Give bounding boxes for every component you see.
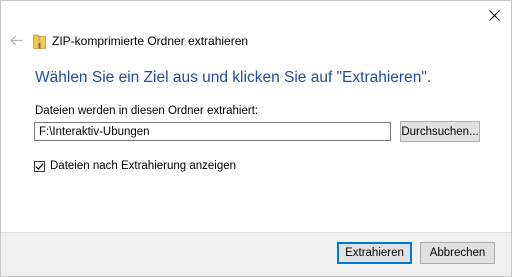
back-button[interactable] [7, 31, 25, 49]
extract-button[interactable]: Extrahieren [337, 242, 412, 264]
window-title: ZIP-komprimierte Ordner extrahieren [52, 34, 249, 48]
destination-path-input[interactable] [34, 122, 391, 141]
dialog-header: ZIP-komprimierte Ordner extrahieren [33, 31, 248, 51]
close-icon [488, 9, 500, 21]
extract-dialog: ZIP-komprimierte Ordner extrahieren Wähl… [0, 0, 512, 277]
instruction-heading: Wählen Sie ein Ziel aus und klicken Sie … [35, 69, 432, 86]
show-files-checkbox[interactable] [34, 160, 45, 172]
destination-label: Dateien werden in diesen Ordner extrahie… [35, 105, 259, 117]
close-button[interactable] [483, 5, 505, 25]
dialog-footer: Extrahieren Abbrechen [1, 232, 511, 276]
browse-button[interactable]: Durchsuchen... [400, 121, 480, 142]
show-files-option[interactable]: Dateien nach Extrahierung anzeigen [34, 160, 236, 172]
show-files-label[interactable]: Dateien nach Extrahierung anzeigen [50, 160, 236, 172]
cancel-button[interactable]: Abbrechen [420, 242, 495, 264]
checkmark-icon [35, 162, 44, 170]
back-arrow-icon [9, 34, 22, 46]
zip-folder-icon [33, 34, 46, 49]
